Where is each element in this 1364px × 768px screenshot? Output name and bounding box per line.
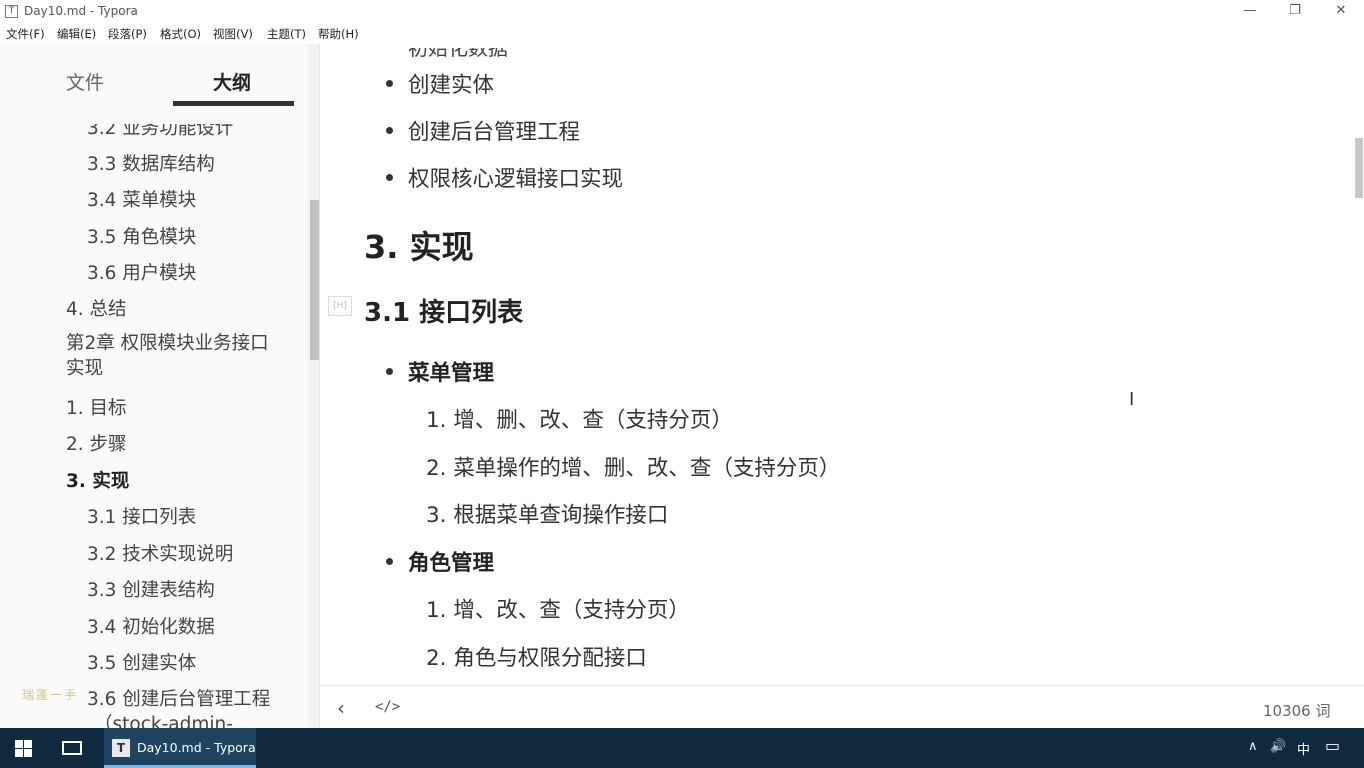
list-item: 权限核心逻辑接口实现 [408,167,624,192]
outline-item[interactable]: 第2章 权限模块业务接口实现 [66,331,286,381]
outline-item[interactable]: 3.4 菜单模块 [87,186,196,212]
close-button[interactable]: ✕ [1318,0,1364,24]
list-item: 创建实体 [408,73,495,98]
bullet-dot [386,368,393,375]
numbered-item: 1. 增、删、改、查（支持分页） [426,408,733,433]
bullet-dot [386,174,393,181]
outline-item[interactable]: 1. 目标 [66,394,127,420]
editor-scrollbar-thumb[interactable] [1355,138,1363,198]
sidebar-scrollbar-track[interactable] [308,44,319,728]
status-bar: ‹ </> 10306 词 [321,685,1364,728]
outline-item[interactable]: 3.3 数据库结构 [87,150,215,176]
outline-item[interactable]: 3.2 技术实现说明 [87,540,233,566]
menu-file[interactable]: 文件(F) [6,26,45,42]
menu-format[interactable]: 格式(O) [160,26,201,42]
editor-area[interactable]: 初始化数据 创建实体 创建后台管理工程 权限核心逻辑接口实现 3. 实现 [H]… [321,44,1364,685]
outline-item[interactable]: 3.3 创建表结构 [87,576,215,602]
outline-item[interactable]: 3.5 创建实体 [87,649,196,675]
outline-item-active[interactable]: 3. 实现 [66,467,129,493]
taskbar-app-typora[interactable]: T Day10.md - Typora [104,728,256,768]
numbered-item: 1. 增、改、查（支持分页） [426,598,690,623]
ime-indicator[interactable]: 中 [1297,739,1310,758]
outline-item[interactable]: （stock-admin- [94,710,233,728]
numbered-item: 3. 根据菜单查询操作接口 [426,503,669,528]
typora-taskbar-icon: T [112,739,130,757]
menu-paragraph[interactable]: 段落(P) [108,26,147,42]
text-cursor-icon: I [1129,389,1135,410]
watermark: 瑞蓬一手 [22,688,79,702]
bullet-dot [386,558,393,565]
sidebar-scrollbar-thumb[interactable] [310,200,319,360]
volume-icon[interactable]: 🔊 [1270,739,1286,754]
menu-bar: 文件(F) 编辑(E) 段落(P) 格式(O) 视图(V) 主题(T) 帮助(H… [0,24,1364,44]
tab-outline[interactable]: 大纲 [213,68,251,95]
menu-view[interactable]: 视图(V) [213,26,253,42]
numbered-item: 2. 菜单操作的增、删、改、查（支持分页） [426,456,841,481]
sidebar: 文件 大纲 3.2 业务功能设计 3.3 数据库结构 3.4 菜单模块 3.5 … [0,44,320,728]
outline-item[interactable]: 4. 总结 [66,295,127,321]
list-item: 创建后台管理工程 [408,120,581,145]
outline-item[interactable]: 3.6 用户模块 [87,259,196,285]
windows-start-icon[interactable] [15,740,32,757]
bullet-dot [386,127,393,134]
taskbar-app-label: Day10.md - Typora [137,740,256,755]
menu-theme[interactable]: 主题(T) [267,26,306,42]
menu-edit[interactable]: 编辑(E) [57,26,96,42]
word-count[interactable]: 10306 词 [1263,700,1331,721]
heading-2: 3. 实现 [364,228,474,266]
notification-icon[interactable]: ▭ [1325,736,1340,755]
title-bar: T Day10.md - Typora — ❐ ✕ [0,0,1364,24]
toggle-sidebar-icon[interactable]: ‹ [337,696,345,720]
heading-marker-icon: [H] [328,296,352,316]
source-mode-icon[interactable]: </> [375,699,400,715]
window-title: Day10.md - Typora [24,4,138,18]
tray-expand-icon[interactable]: ∧ [1248,739,1258,754]
numbered-item: 2. 角色与权限分配接口 [426,646,647,671]
minimize-button[interactable]: — [1227,0,1273,24]
restore-button[interactable]: ❐ [1272,0,1318,24]
menu-help[interactable]: 帮助(H) [318,26,359,42]
outline-item[interactable]: 2. 步骤 [66,430,127,456]
tab-files[interactable]: 文件 [66,68,104,95]
outline-item[interactable]: 3.2 业务功能设计 [87,124,233,140]
outline-item[interactable]: 3.6 创建后台管理工程 [87,685,270,711]
outline-item[interactable]: 3.1 接口列表 [87,503,196,529]
outline-item[interactable]: 3.4 初始化数据 [87,613,215,639]
list-item-title: 角色管理 [408,551,495,576]
task-view-icon[interactable] [62,741,82,755]
outline-item[interactable]: 3.5 角色模块 [87,223,196,249]
bullet-dot [386,80,393,87]
typora-app-icon: T [5,5,18,18]
list-item-title: 菜单管理 [408,361,495,386]
heading-3: 3.1 接口列表 [364,298,524,328]
active-tab-indicator [173,101,294,106]
partial-line: 初始化数据 [408,44,508,60]
taskbar: T Day10.md - Typora ∧ 🔊 中 ▭ [0,728,1364,768]
